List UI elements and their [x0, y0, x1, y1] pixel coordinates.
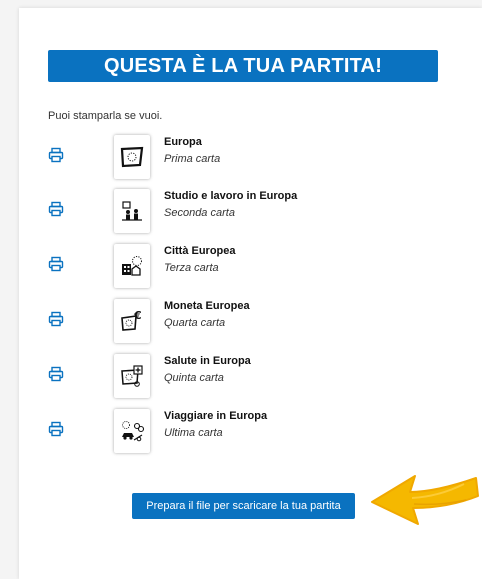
arrow-pointer-icon [371, 475, 479, 525]
print-icon[interactable] [48, 421, 64, 437]
card-title: Studio e lavoro in Europa [164, 190, 298, 202]
card-title: Viaggiare in Europa [164, 410, 268, 422]
city-icon [122, 256, 142, 276]
print-icon[interactable] [48, 366, 64, 382]
card-row-europa: Europa Prima carta [48, 135, 428, 179]
card-subtitle: Terza carta [164, 262, 219, 274]
card-row-citta: Città Europea Terza carta [48, 244, 428, 288]
card-thumbnail [114, 135, 150, 179]
card-title: Europa [164, 136, 202, 148]
card-title: Moneta Europea [164, 300, 250, 312]
page-title-text: QUESTA È LA TUA PARTITA! [103, 54, 383, 77]
card-subtitle: Ultima carta [164, 427, 223, 439]
card-row-studio: Studio e lavoro in Europa Seconda carta [48, 189, 428, 233]
print-icon[interactable] [48, 201, 64, 217]
study-work-icon [122, 201, 142, 221]
print-icon[interactable] [48, 147, 64, 163]
card-thumbnail [114, 409, 150, 453]
card-title: Città Europea [164, 245, 236, 257]
svg-text:€: € [133, 309, 142, 322]
card-row-viaggiare: Viaggiare in Europa Ultima carta [48, 409, 428, 453]
euro-icon: € [121, 309, 142, 331]
card-subtitle: Quarta carta [164, 317, 226, 329]
card-title: Salute in Europa [164, 355, 251, 367]
card-row-salute: Salute in Europa Quinta carta [48, 354, 428, 398]
card-thumbnail [114, 244, 150, 288]
intro-text: Puoi stamparla se vuoi. [48, 110, 163, 122]
eu-flag-icon [120, 146, 144, 168]
card-thumbnail [114, 354, 150, 398]
card-row-moneta: € Moneta Europea Quarta carta [48, 299, 428, 343]
card-subtitle: Seconda carta [164, 207, 235, 219]
travel-icon [122, 421, 145, 442]
page-title: QUESTA È LA TUA PARTITA! [48, 50, 438, 82]
health-icon [121, 365, 143, 387]
card-thumbnail: € [114, 299, 150, 343]
card-thumbnail [114, 189, 150, 233]
card-subtitle: Prima carta [164, 153, 221, 165]
prepare-download-button[interactable]: Prepara il file per scaricare la tua par… [132, 493, 355, 519]
print-icon[interactable] [48, 256, 64, 272]
print-icon[interactable] [48, 311, 64, 327]
card-subtitle: Quinta carta [164, 372, 224, 384]
